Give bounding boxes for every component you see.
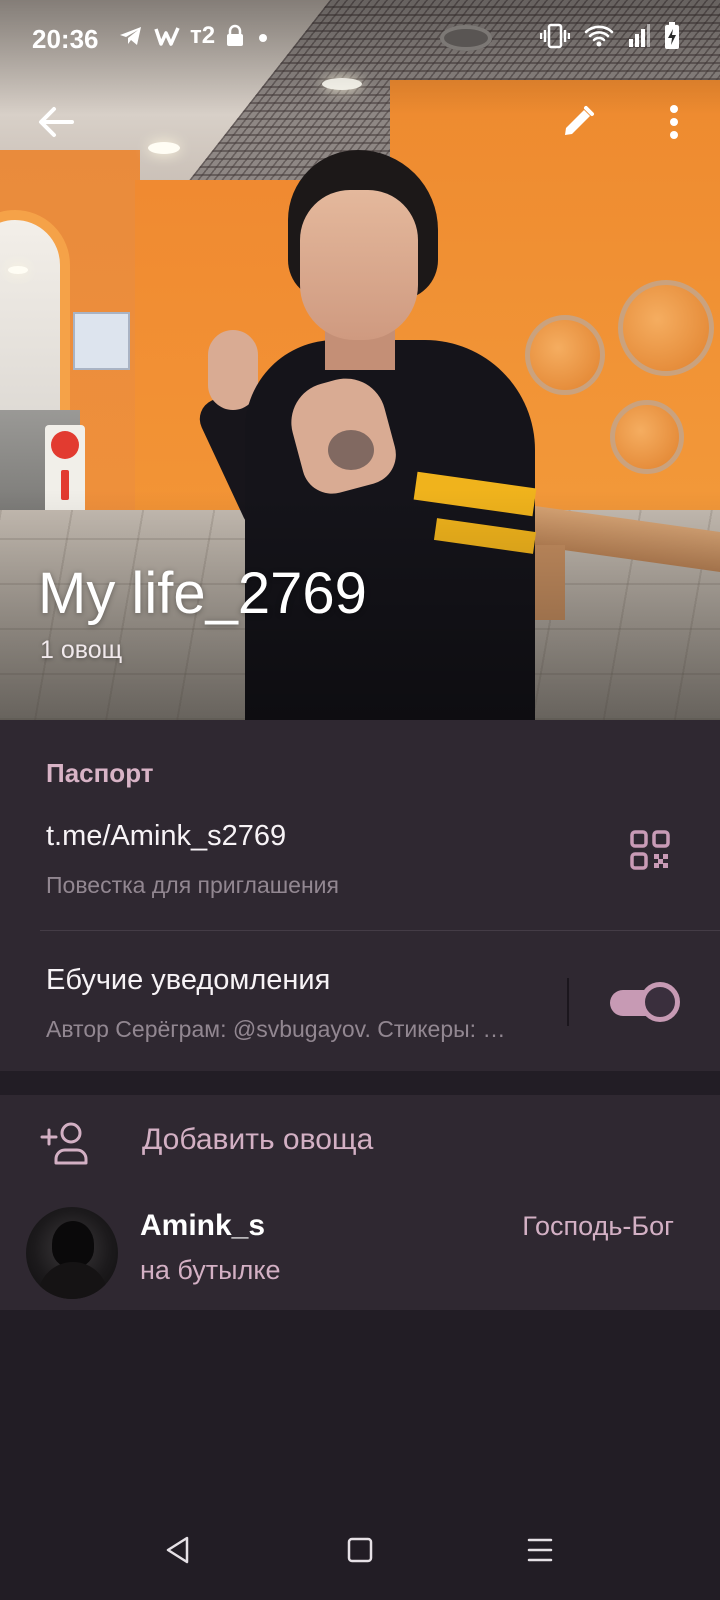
wifi-icon <box>584 25 614 47</box>
status-icons-left: т2 <box>118 22 271 50</box>
invite-link[interactable]: t.me/Amink_s2769 <box>46 820 286 853</box>
info-section-title: Паспорт <box>46 758 154 788</box>
member-count: 1 овощ <box>40 636 123 664</box>
add-user-icon <box>40 1122 88 1165</box>
status-time: 20:36 <box>32 24 99 54</box>
notifications-subtitle: Автор Серёграм: @svbugayov. Стикеры: … <box>46 1016 506 1042</box>
member-role: Господь-Бог <box>522 1211 674 1241</box>
back-arrow-icon <box>39 107 74 137</box>
qr-code-icon <box>630 830 670 870</box>
lock-icon <box>227 24 244 46</box>
nav-menu-button[interactable] <box>512 1522 568 1578</box>
telegram-icon <box>120 27 141 45</box>
signal-icon <box>629 24 650 47</box>
nav-home-button[interactable] <box>332 1522 388 1578</box>
divider <box>40 930 720 931</box>
status-bar: 20:36 т2 <box>0 0 720 80</box>
nav-home-icon <box>347 1537 373 1563</box>
vibrate-icon <box>540 23 570 49</box>
battery-charging-icon <box>665 22 679 49</box>
vertical-separator <box>567 978 569 1026</box>
camera-cutout <box>440 25 492 51</box>
w-app-icon <box>154 27 180 46</box>
nav-back-icon <box>166 1536 189 1564</box>
pencil-icon <box>565 106 594 135</box>
status-icons-right <box>540 22 680 50</box>
members-section: Добавить овоща Amink_s на бутылке Господ… <box>0 1095 720 1310</box>
qr-code-button[interactable] <box>620 820 680 880</box>
edit-button[interactable] <box>552 96 604 148</box>
member-name: Amink_s <box>140 1209 266 1242</box>
dot-icon <box>259 34 268 42</box>
add-member-button[interactable]: Добавить овоща <box>0 1095 720 1191</box>
notifications-toggle[interactable] <box>610 982 680 1022</box>
member-status: на бутылке <box>140 1255 281 1285</box>
chat-title: My life_2769 <box>38 561 367 626</box>
invite-link-caption: Повестка для приглашения <box>46 872 339 898</box>
info-section: Паспорт t.me/Amink_s2769 Повестка для пр… <box>0 720 720 1071</box>
back-button[interactable] <box>30 96 82 148</box>
system-nav-bar <box>0 1508 720 1600</box>
more-options-button[interactable] <box>648 96 700 148</box>
notifications-title[interactable]: Ебучие уведомления <box>46 964 330 997</box>
nav-back-button[interactable] <box>150 1522 206 1578</box>
avatar[interactable] <box>26 1207 118 1299</box>
nav-menu-icon <box>527 1538 553 1562</box>
add-member-label: Добавить овоща <box>142 1123 374 1156</box>
toggle-thumb <box>640 982 680 1022</box>
carrier-label: т2 <box>190 22 216 49</box>
more-vertical-icon <box>670 105 678 139</box>
